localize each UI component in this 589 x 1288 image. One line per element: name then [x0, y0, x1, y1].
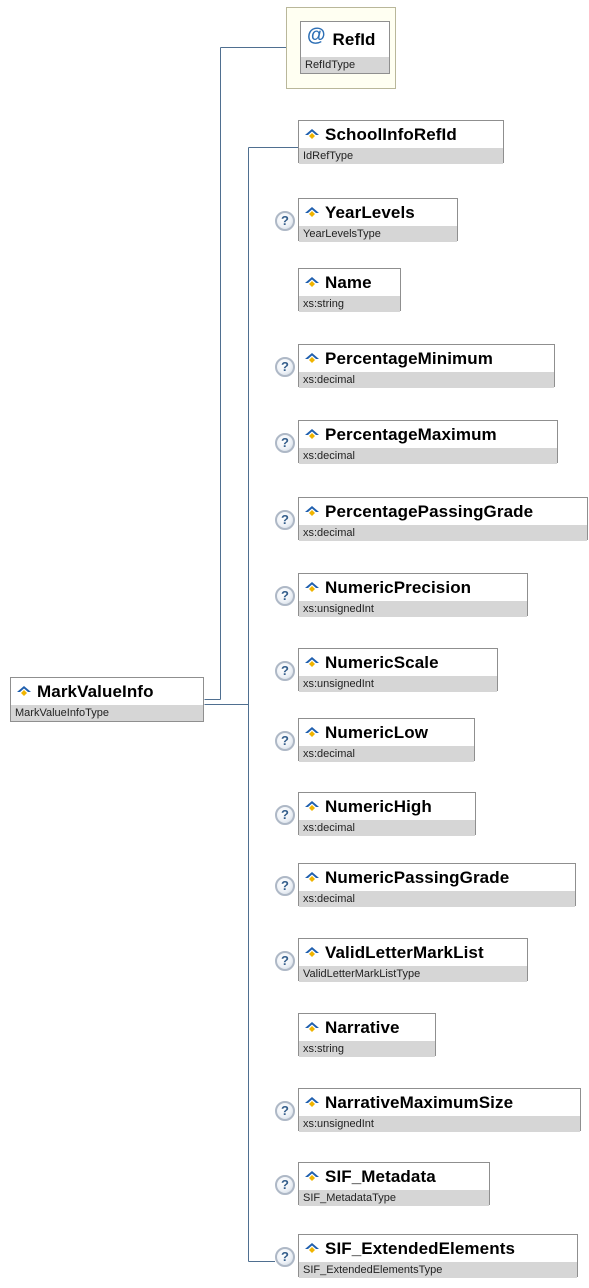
- at-icon: @: [307, 25, 326, 46]
- child-element-node[interactable]: Narrative xs:string: [298, 1013, 436, 1057]
- child-element-node[interactable]: NumericPassingGrade xs:decimal: [298, 863, 576, 907]
- child-element-type: SIF_ExtendedElementsType: [299, 1262, 577, 1278]
- child-element-name: SchoolInfoRefId: [325, 124, 457, 144]
- element-icon: [305, 946, 319, 957]
- child-element-node[interactable]: SIF_Metadata SIF_MetadataType: [298, 1162, 490, 1206]
- child-element-type: xs:decimal: [299, 525, 587, 541]
- child-element-name: NarrativeMaximumSize: [325, 1092, 514, 1112]
- child-element-type: YearLevelsType: [299, 226, 457, 242]
- root-element-type: MarkValueInfoType: [11, 705, 203, 721]
- child-element-node[interactable]: PercentageMinimum xs:decimal: [298, 344, 555, 388]
- question-icon: ?: [275, 1101, 295, 1121]
- root-element-name: MarkValueInfo: [37, 681, 154, 701]
- root-element-node[interactable]: MarkValueInfo MarkValueInfoType: [10, 677, 204, 722]
- child-element-name: Name: [325, 272, 372, 292]
- child-element-type: IdRefType: [299, 148, 503, 164]
- question-icon: ?: [275, 1247, 295, 1267]
- question-icon: ?: [275, 731, 295, 751]
- question-icon: ?: [275, 951, 295, 971]
- child-element-name: Narrative: [325, 1017, 400, 1037]
- question-icon: ?: [275, 1175, 295, 1195]
- element-icon: [305, 1242, 319, 1253]
- child-element-type: xs:unsignedInt: [299, 1116, 580, 1132]
- child-element-node[interactable]: PercentagePassingGrade xs:decimal: [298, 497, 588, 541]
- child-element-type: SIF_MetadataType: [299, 1190, 489, 1206]
- child-element-name: NumericLow: [325, 722, 429, 742]
- child-element-type: xs:decimal: [299, 746, 474, 762]
- child-element-node[interactable]: PercentageMaximum xs:decimal: [298, 420, 558, 464]
- child-element-name: SIF_ExtendedElements: [325, 1238, 516, 1258]
- child-element-node[interactable]: YearLevels YearLevelsType: [298, 198, 458, 242]
- question-icon: ?: [275, 211, 295, 231]
- child-element-type: ValidLetterMarkListType: [299, 966, 527, 982]
- element-icon: [305, 428, 319, 439]
- child-element-name: SIF_Metadata: [325, 1166, 436, 1186]
- child-element-type: xs:unsignedInt: [299, 601, 527, 617]
- child-element-type: xs:string: [299, 296, 400, 312]
- child-element-name: NumericPassingGrade: [325, 867, 510, 887]
- question-icon: ?: [275, 805, 295, 825]
- child-element-name: ValidLetterMarkList: [325, 942, 484, 962]
- child-element-node[interactable]: NumericPrecision xs:unsignedInt: [298, 573, 528, 617]
- child-element-type: xs:string: [299, 1041, 435, 1057]
- question-icon: ?: [275, 586, 295, 606]
- element-icon: [305, 276, 319, 287]
- element-icon: [305, 581, 319, 592]
- child-element-type: xs:decimal: [299, 372, 554, 388]
- child-element-name: PercentageMaximum: [325, 424, 497, 444]
- attribute-node[interactable]: @ RefId RefIdType: [300, 21, 390, 74]
- child-element-node[interactable]: Name xs:string: [298, 268, 401, 312]
- question-icon: ?: [275, 357, 295, 377]
- child-element-type: xs:decimal: [299, 448, 557, 464]
- element-icon: [305, 128, 319, 139]
- question-icon: ?: [275, 510, 295, 530]
- element-icon: [305, 505, 319, 516]
- child-element-node[interactable]: NumericHigh xs:decimal: [298, 792, 476, 836]
- element-icon: [17, 685, 31, 696]
- child-element-node[interactable]: SIF_ExtendedElements SIF_ExtendedElements…: [298, 1234, 578, 1278]
- element-icon: [305, 352, 319, 363]
- child-element-node[interactable]: NumericScale xs:unsignedInt: [298, 648, 498, 692]
- child-element-node[interactable]: ValidLetterMarkList ValidLetterMarkListTy…: [298, 938, 528, 982]
- child-element-node[interactable]: NumericLow xs:decimal: [298, 718, 475, 762]
- element-icon: [305, 1096, 319, 1107]
- child-element-name: PercentagePassingGrade: [325, 501, 534, 521]
- element-icon: [305, 726, 319, 737]
- child-element-type: xs:decimal: [299, 820, 475, 836]
- question-icon: ?: [275, 433, 295, 453]
- child-element-name: YearLevels: [325, 202, 415, 222]
- child-element-type: xs:decimal: [299, 891, 575, 907]
- question-icon: ?: [275, 876, 295, 896]
- child-element-name: NumericPrecision: [325, 577, 472, 597]
- element-icon: [305, 206, 319, 217]
- child-element-name: NumericScale: [325, 652, 439, 672]
- element-icon: [305, 1021, 319, 1032]
- child-element-name: NumericHigh: [325, 796, 432, 816]
- child-element-node[interactable]: NarrativeMaximumSize xs:unsignedInt: [298, 1088, 581, 1132]
- attribute-type: RefIdType: [301, 57, 389, 73]
- child-element-type: xs:unsignedInt: [299, 676, 497, 692]
- attribute-name: RefId: [332, 29, 376, 49]
- element-icon: [305, 1170, 319, 1181]
- question-icon: ?: [275, 661, 295, 681]
- child-element-node[interactable]: SchoolInfoRefId IdRefType: [298, 120, 504, 164]
- element-icon: [305, 871, 319, 882]
- element-icon: [305, 656, 319, 667]
- child-element-name: PercentageMinimum: [325, 348, 493, 368]
- element-icon: [305, 800, 319, 811]
